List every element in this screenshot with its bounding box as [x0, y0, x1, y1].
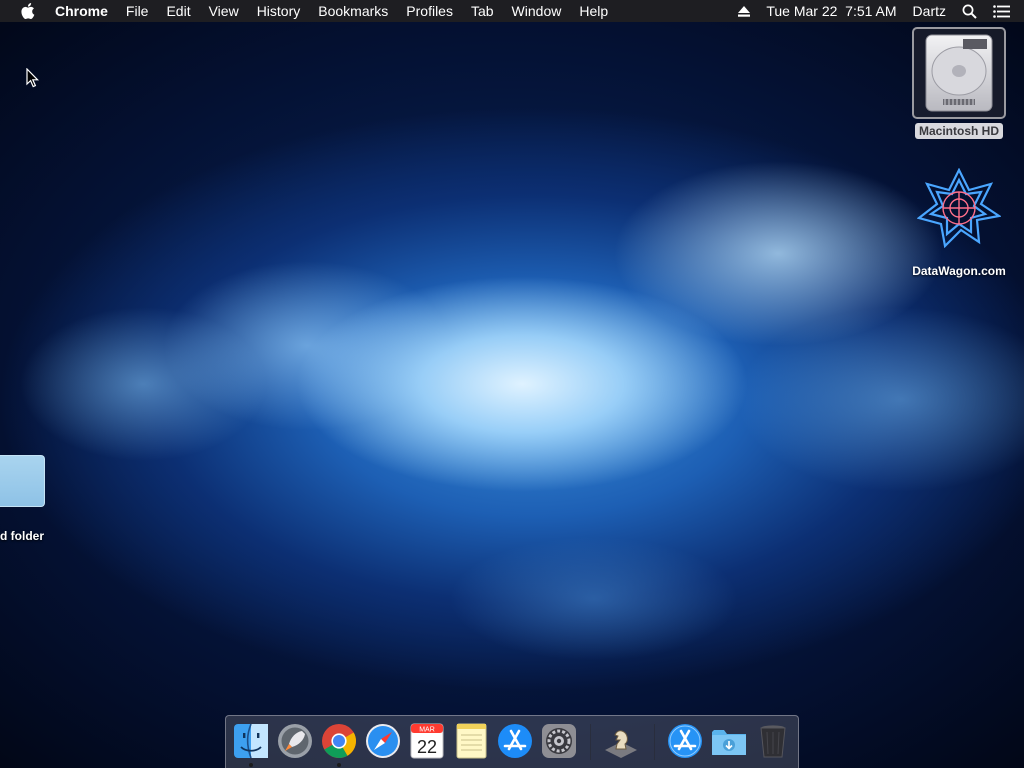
apple-icon[interactable] [17, 0, 39, 22]
menu-profiles[interactable]: Profiles [397, 0, 462, 22]
dock-app-store[interactable] [496, 722, 534, 760]
safari-icon [366, 724, 400, 758]
menu-clock[interactable]: Tue Mar 22 7:51 AM [758, 0, 904, 22]
app-store-folder-icon [668, 724, 702, 758]
dock-separator [590, 724, 591, 760]
system-preferences-icon [542, 724, 576, 758]
dock-chrome[interactable] [320, 722, 358, 767]
dock-applications[interactable] [666, 722, 704, 760]
hard-drive-icon [912, 27, 1006, 119]
dock-safari[interactable] [364, 722, 402, 760]
calendar-month: MAR [419, 727, 435, 734]
mouse-pointer-icon [26, 67, 40, 93]
spotlight-search-icon[interactable] [954, 4, 985, 19]
dock: MAR 22 [225, 715, 799, 768]
desktop-icon-datawagon[interactable]: DataWagon.com [900, 167, 1018, 279]
dock-downloads[interactable] [710, 722, 748, 760]
menu-tab[interactable]: Tab [462, 0, 503, 22]
menu-user[interactable]: Dartz [905, 0, 954, 22]
menu-history[interactable]: History [248, 0, 310, 22]
notification-center-icon[interactable] [985, 4, 1024, 18]
status-menus: Tue Mar 22 7:51 AM Dartz [730, 0, 1024, 22]
menu-edit[interactable]: Edit [157, 0, 199, 22]
chrome-icon [322, 724, 356, 758]
calendar-day: 22 [417, 737, 437, 757]
dock-calendar[interactable]: MAR 22 [408, 722, 446, 760]
downloads-folder-icon [712, 730, 746, 755]
dock-chess[interactable] [602, 722, 640, 760]
launchpad-icon [278, 724, 312, 758]
folder-icon[interactable] [0, 455, 45, 507]
desktop-icon-label: DataWagon.com [912, 264, 1006, 278]
menu-window[interactable]: Window [503, 0, 571, 22]
datawagon-logo-icon [916, 167, 1002, 253]
desktop-icon-macintosh-hd[interactable]: Macintosh HD [908, 27, 1010, 139]
running-indicator [249, 763, 253, 767]
desktop-icon-label: Macintosh HD [914, 123, 1003, 139]
app-store-icon [498, 724, 532, 758]
menu-bar: Chrome File Edit View History Bookmarks … [0, 0, 1024, 22]
calendar-icon: MAR 22 [410, 723, 444, 759]
finder-icon [234, 723, 268, 759]
dock-finder[interactable] [232, 722, 270, 767]
dock-system-preferences[interactable] [540, 722, 578, 760]
running-indicator [337, 763, 341, 767]
notes-icon [456, 723, 487, 759]
eject-icon[interactable] [730, 5, 758, 17]
trash-icon [760, 725, 786, 758]
dock-launchpad[interactable] [276, 722, 314, 760]
menu-app-chrome[interactable]: Chrome [53, 0, 117, 22]
menu-bookmarks[interactable]: Bookmarks [309, 0, 397, 22]
chess-icon [605, 730, 637, 758]
dock-notes[interactable] [452, 722, 490, 760]
menu-file[interactable]: File [117, 0, 158, 22]
dock-separator [654, 724, 655, 760]
menu-view[interactable]: View [200, 0, 248, 22]
menu-help[interactable]: Help [570, 0, 617, 22]
dock-trash[interactable] [754, 722, 792, 760]
folder-label: d folder [0, 529, 44, 543]
